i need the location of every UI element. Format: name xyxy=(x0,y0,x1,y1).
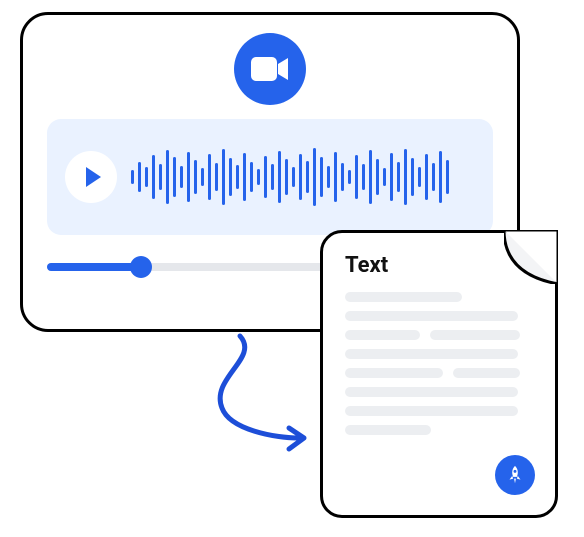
progress-thumb[interactable] xyxy=(130,256,152,278)
progress-fill xyxy=(47,263,141,271)
camera-icon xyxy=(234,33,306,105)
rocket-icon xyxy=(495,455,535,495)
page-fold-icon xyxy=(504,230,558,284)
text-line xyxy=(345,387,518,397)
play-icon xyxy=(86,167,101,187)
text-line xyxy=(453,368,521,378)
text-line xyxy=(345,406,518,416)
waveform xyxy=(131,142,475,212)
play-button[interactable] xyxy=(65,151,117,203)
text-line xyxy=(345,425,431,435)
text-line xyxy=(345,330,420,340)
text-document: Text xyxy=(320,230,558,518)
text-line xyxy=(430,330,520,340)
convert-arrow-icon xyxy=(180,328,320,468)
text-line xyxy=(345,292,462,302)
audio-waveform-panel xyxy=(47,119,493,235)
text-line xyxy=(345,311,518,321)
text-line xyxy=(345,368,443,378)
text-line xyxy=(345,349,518,359)
